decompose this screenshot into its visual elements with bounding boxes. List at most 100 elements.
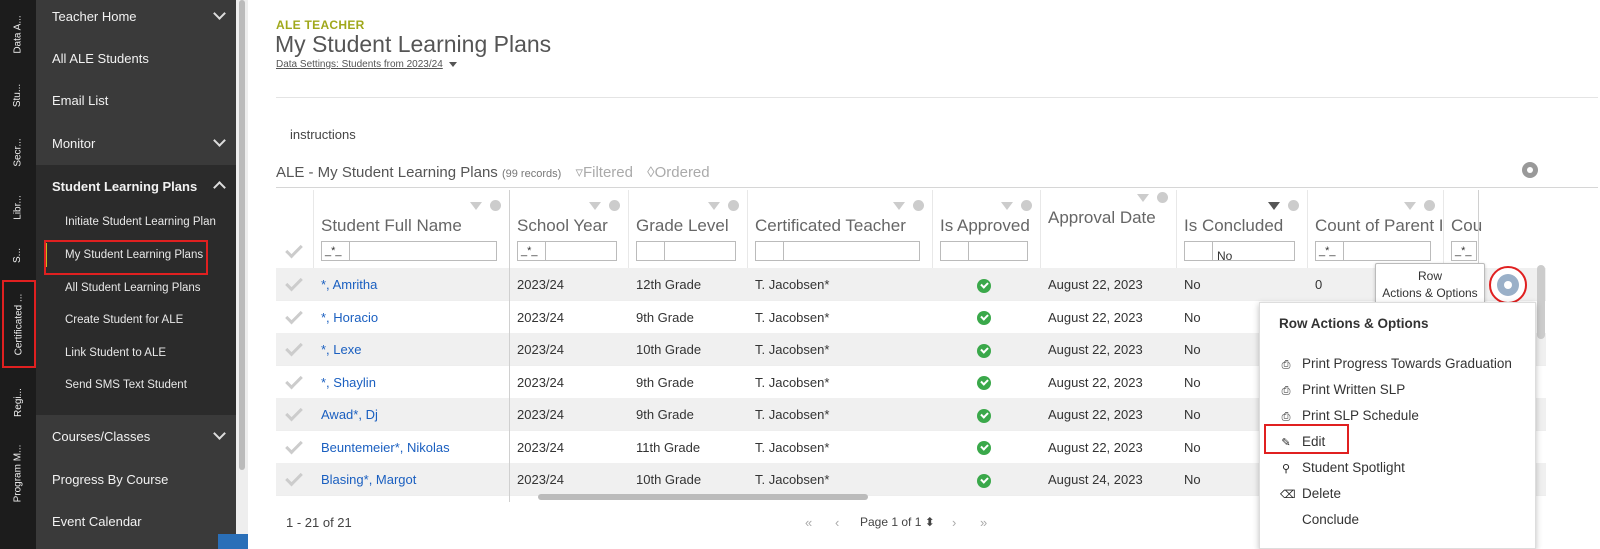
chevron-down-icon [213,427,226,440]
sidebar-item-email-list[interactable]: Email List [36,79,236,121]
gear-icon[interactable] [1021,200,1032,211]
filter-is-concluded[interactable]: No [1184,241,1295,263]
gear-icon[interactable] [1424,200,1435,211]
header-count-of-parent[interactable]: Count of Parent I _*_ [1308,190,1444,268]
check-circle-icon [977,376,991,391]
check-circle-icon [977,278,991,293]
sidebar-item-student-learning-plans[interactable]: Student Learning Plans [36,165,236,207]
cell-name[interactable]: Awad*, Dj [314,398,510,431]
cell-name[interactable]: *, Lexe [314,333,510,366]
header-student-full-name[interactable]: Student Full Name _*_ [314,190,510,268]
row-select-checkmark-icon[interactable] [285,273,303,292]
filtered-indicator[interactable]: ▿Filtered [575,164,633,181]
row-select-checkmark-icon[interactable] [285,338,303,357]
gear-icon[interactable] [728,200,739,211]
gear-icon[interactable] [913,200,924,211]
row-select-checkmark-icon[interactable] [285,371,303,389]
last-page-icon[interactable]: » [980,515,987,530]
sidebar-item-event-calendar[interactable]: Event Calendar [36,500,236,542]
gear-icon[interactable] [1288,200,1299,211]
next-page-icon[interactable]: › [952,515,956,530]
header-grade-level[interactable]: Grade Level [629,190,748,268]
grid-settings-gear-icon[interactable] [1522,162,1538,178]
filter-icon[interactable] [589,201,601,210]
frozen-column-divider[interactable] [509,190,510,502]
menu-print-written-slp[interactable]: ⎙ Print Written SLP [1280,378,1535,402]
sidebar-item-courses-classes[interactable]: Courses/Classes [36,415,236,457]
sidebar-sub-link-student[interactable]: Link Student to ALE [36,337,236,369]
sidebar-sub-create-student[interactable]: Create Student for ALE [36,304,236,336]
filter-teacher[interactable] [755,241,920,261]
table-row[interactable]: *, Amritha 2023/24 12th Grade T. Jacobsen* A… [276,268,1546,301]
header-approval-date[interactable]: Approval Date [1041,190,1177,268]
header-certificated-teacher[interactable]: Certificated Teacher [748,190,933,268]
menu-print-progress[interactable]: ⎙ Print Progress Towards Graduation [1280,352,1535,376]
first-page-icon[interactable]: « [805,515,812,530]
gear-icon[interactable] [490,200,501,211]
printer-icon: ⎙ [1281,385,1291,397]
cell-teacher: T. Jacobsen* [755,277,830,292]
filter-grade-level[interactable] [636,241,736,261]
grid-title: ALE - My Student Learning Plans (99 reco… [276,164,710,181]
grid-vertical-scrollbar[interactable] [1537,265,1545,339]
sidebar-item-progress-by-course[interactable]: Progress By Course [36,458,236,500]
vtab-certificated[interactable]: Certificated ... [2,280,36,368]
cell-name[interactable]: *, Horacio [314,301,510,334]
row-select-checkmark-icon[interactable] [285,436,303,454]
filter-icon[interactable] [1001,201,1013,210]
row-select-checkmark-icon[interactable] [285,403,303,422]
scrollbar-thumb[interactable] [239,0,245,470]
filter-count-parent[interactable]: _*_ [1315,241,1431,261]
cell-concluded: No [1184,277,1201,292]
prev-page-icon[interactable]: ‹ [835,515,839,530]
header-is-concluded[interactable]: Is Concluded No [1177,190,1308,268]
data-settings-link[interactable]: Data Settings: Students from 2023/24 [276,59,457,70]
row-select-checkmark-icon[interactable] [285,306,303,324]
sidebar-sub-initiate-slp[interactable]: Initiate Student Learning Plan [36,206,236,238]
filter-icon[interactable] [893,201,905,210]
vtab-s[interactable]: S... [0,235,36,275]
header-count[interactable]: Cou _*_ [1444,190,1546,268]
row-select-checkmark-icon[interactable] [285,468,303,487]
page-select[interactable]: Page 1 of 1 ⬍ [860,515,935,529]
vtab-data[interactable]: Data A... [0,4,36,64]
cell-date: August 22, 2023 [1048,277,1143,292]
header-is-approved[interactable]: Is Approved [933,190,1041,268]
sidebar-item-teacher-home[interactable]: Teacher Home [36,0,236,37]
ordered-indicator[interactable]: ◊Ordered [647,164,709,181]
vtab-registration[interactable]: Regi... [0,375,36,430]
filter-icon[interactable] [470,201,482,210]
vtab-library[interactable]: Libr... [0,185,36,230]
sidebar-sub-send-sms[interactable]: Send SMS Text Student [36,369,236,401]
filter-active-icon[interactable] [1268,201,1280,210]
gear-icon[interactable] [1157,192,1168,203]
cell-name[interactable]: Beuntemeier*, Nikolas [314,431,510,464]
filter-icon[interactable] [1404,201,1416,210]
sidebar-item-all-ale-students[interactable]: All ALE Students [36,37,236,79]
filter-icon[interactable] [708,201,720,210]
instructions-link[interactable]: instructions [290,127,356,142]
gear-icon[interactable] [609,200,620,211]
filter-student-name[interactable]: _*_ [321,241,497,261]
menu-delete[interactable]: ⌫ Delete [1280,482,1535,506]
vtab-program[interactable]: Program M... [0,438,36,508]
vtab-students[interactable]: Stu... [0,70,36,120]
header-school-year[interactable]: School Year _*_ [510,190,629,268]
sidebar-item-monitor[interactable]: Monitor [36,122,236,164]
cell-name[interactable]: *, Shaylin [314,366,510,399]
horizontal-scrollbar[interactable] [538,494,868,500]
menu-student-spotlight[interactable]: ⚲ Student Spotlight [1280,456,1535,480]
checkmark-icon[interactable] [285,240,303,259]
cell-grade: 10th Grade [636,342,702,357]
sidebar-sub-all-slp[interactable]: All Student Learning Plans [36,272,236,304]
filter-count[interactable]: _*_ [1451,241,1477,261]
filter-school-year[interactable]: _*_ [517,241,617,261]
row-actions-gear-button[interactable] [1489,266,1527,304]
filter-is-approved[interactable] [940,241,1028,261]
filter-icon[interactable] [1137,193,1149,202]
cell-name[interactable]: Blasing*, Margot [314,463,510,496]
cell-name[interactable]: *, Amritha [314,268,510,301]
menu-conclude[interactable]: Conclude [1280,508,1535,532]
sidebar-scrollbar[interactable] [236,0,248,549]
vtab-secretary[interactable]: Secr... [0,125,36,180]
